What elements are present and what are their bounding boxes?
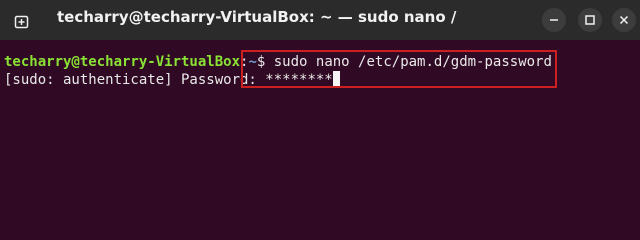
maximize-button[interactable]: [578, 8, 602, 32]
window-title: techarry@techarry-VirtualBox: ~ — sudo n…: [57, 8, 457, 26]
text-cursor: [332, 71, 340, 86]
title-bar: techarry@techarry-VirtualBox: ~ — sudo n…: [0, 0, 640, 40]
new-tab-button[interactable]: [8, 7, 36, 35]
prompt-user-host: techarry@techarry-VirtualBox: [4, 54, 241, 70]
minimize-button[interactable]: [542, 8, 566, 32]
terminal-output[interactable]: techarry@techarry-VirtualBox:~$ sudo nan…: [0, 40, 640, 210]
close-icon: [619, 15, 629, 25]
maximize-icon: [585, 15, 595, 25]
command-line: techarry@techarry-VirtualBox:~$ sudo nan…: [4, 53, 552, 71]
command-text: sudo nano /etc/pam.d/gdm-password: [265, 54, 552, 70]
close-button[interactable]: [612, 8, 636, 32]
password-line: [sudo: authenticate] Password: ********: [4, 71, 340, 89]
new-tab-icon: [14, 15, 29, 29]
minimize-icon: [550, 19, 558, 21]
terminal-window: techarry@techarry-VirtualBox: ~ — sudo n…: [0, 0, 640, 210]
sudo-password-prompt: [sudo: authenticate] Password:: [4, 72, 257, 88]
prompt-path: ~: [248, 54, 257, 70]
password-mask: ********: [256, 72, 333, 88]
